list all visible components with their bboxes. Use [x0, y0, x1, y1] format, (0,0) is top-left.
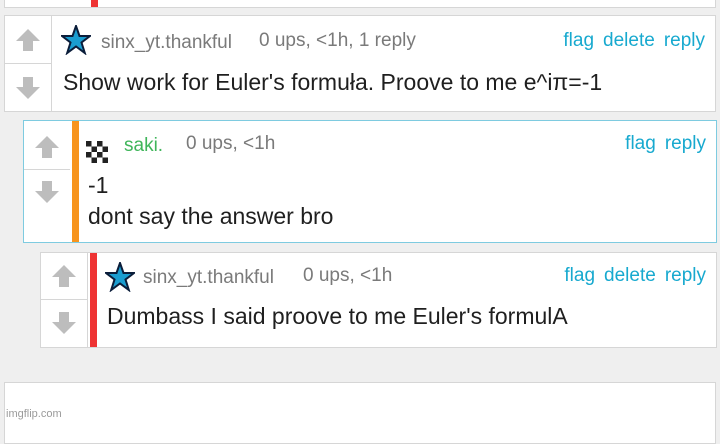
reply-link[interactable]: reply: [665, 265, 706, 287]
down-arrow-icon: [52, 312, 76, 334]
red-bar: [90, 253, 97, 347]
red-bar: [91, 0, 98, 7]
vote-column: [5, 16, 52, 111]
vote-column: [41, 253, 88, 347]
comment-text: -1: [88, 172, 109, 198]
add-comment-box[interactable]: [4, 382, 716, 444]
down-arrow-icon: [16, 76, 40, 99]
comment-text: dont say the answer bro: [88, 203, 334, 229]
comment-meta: 0 ups, <1h, 1 reply: [259, 30, 416, 51]
previous-comment-card: [4, 0, 716, 8]
down-arrow-icon: [35, 181, 59, 203]
comment-text: Dumbass I said proove to me Euler's form…: [107, 303, 568, 329]
up-arrow-icon: [16, 28, 40, 51]
flag-link[interactable]: flag: [563, 30, 594, 52]
delete-link[interactable]: delete: [603, 30, 655, 52]
pixel-avatar-icon[interactable]: [86, 133, 108, 168]
upvote-button[interactable]: [24, 125, 70, 169]
comment-card: sinx_yt.thankful 0 ups, <1h, 1 reply fla…: [4, 15, 716, 112]
up-arrow-icon: [35, 136, 59, 158]
upvote-button[interactable]: [5, 16, 51, 63]
orange-bar: [72, 121, 79, 242]
star-icon[interactable]: [103, 259, 137, 297]
delete-link[interactable]: delete: [604, 265, 656, 287]
downvote-button[interactable]: [24, 170, 70, 214]
comment-card: saki. 0 ups, <1h flag reply -1 dont say …: [23, 120, 717, 243]
upvote-button[interactable]: [41, 253, 87, 299]
reply-link[interactable]: reply: [664, 30, 705, 52]
username[interactable]: saki.: [124, 135, 163, 157]
flag-link[interactable]: flag: [564, 265, 595, 287]
comment-card: sinx_yt.thankful 0 ups, <1h flag delete …: [40, 252, 717, 348]
flag-link[interactable]: flag: [625, 133, 656, 155]
watermark: imgflip.com: [6, 408, 62, 420]
comment-meta: 0 ups, <1h: [303, 265, 393, 286]
downvote-button[interactable]: [41, 300, 87, 346]
reply-link[interactable]: reply: [665, 133, 706, 155]
star-icon[interactable]: [59, 22, 93, 60]
comment-meta: 0 ups, <1h: [186, 133, 276, 154]
username[interactable]: sinx_yt.thankful: [101, 32, 232, 54]
username[interactable]: sinx_yt.thankful: [143, 267, 274, 289]
vote-column: [24, 121, 70, 242]
up-arrow-icon: [52, 265, 76, 287]
comment-text: Show work for Euler's formuła. Proove to…: [63, 69, 603, 95]
downvote-button[interactable]: [5, 64, 51, 111]
